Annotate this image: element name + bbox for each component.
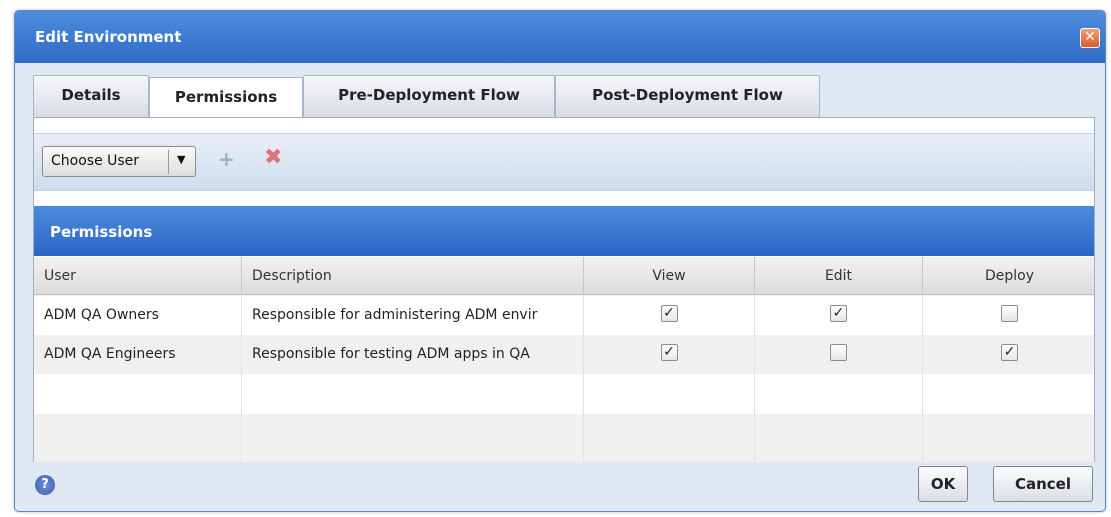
- empty-cell: [242, 414, 584, 462]
- table-header: User Description View Edit Deploy: [34, 257, 1094, 295]
- help-icon[interactable]: ?: [35, 475, 55, 495]
- edit-cell: ✓: [755, 296, 923, 335]
- dropdown-separator: [168, 150, 169, 174]
- empty-cell: [584, 414, 755, 462]
- empty-cell: [34, 374, 242, 414]
- ok-button[interactable]: OK: [918, 466, 968, 502]
- view-cell: ✓: [584, 296, 755, 335]
- empty-cell: [755, 374, 923, 414]
- edit-checkbox[interactable]: ✓: [830, 305, 847, 322]
- edit-environment-dialog: Edit Environment ✕ Details Permissions P…: [14, 10, 1106, 512]
- permissions-toolbar: Choose User ▼ + ✖: [34, 133, 1094, 191]
- empty-cell: [34, 414, 242, 462]
- empty-cell: [584, 374, 755, 414]
- permissions-section-header: Permissions: [34, 206, 1094, 256]
- empty-cell: [755, 414, 923, 462]
- view-cell: ✓: [584, 335, 755, 374]
- permissions-table: User Description View Edit Deploy ADM QA…: [34, 257, 1094, 462]
- description-cell: Responsible for administering ADM envir: [242, 296, 584, 335]
- permissions-panel: Choose User ▼ + ✖ Permissions User Descr…: [33, 117, 1095, 462]
- table-row[interactable]: ADM QA Engineers Responsible for testing…: [34, 335, 1094, 374]
- cancel-button[interactable]: Cancel: [993, 466, 1093, 502]
- column-header-view[interactable]: View: [584, 257, 755, 295]
- add-icon[interactable]: +: [218, 147, 235, 171]
- choose-user-dropdown[interactable]: Choose User ▼: [42, 146, 196, 177]
- edit-cell: [755, 335, 923, 374]
- dialog-title: Edit Environment: [35, 28, 182, 46]
- view-checkbox[interactable]: ✓: [660, 305, 678, 322]
- tab-pre-deployment-flow[interactable]: Pre-Deployment Flow: [303, 75, 555, 117]
- empty-cell: [923, 374, 1096, 414]
- empty-table-row: [34, 374, 1094, 414]
- deploy-cell: ✓: [923, 335, 1096, 374]
- close-icon[interactable]: ✕: [1080, 28, 1100, 48]
- user-cell: ADM QA Engineers: [34, 335, 242, 374]
- dropdown-arrow-icon[interactable]: ▼: [177, 153, 185, 166]
- empty-cell: [242, 374, 584, 414]
- empty-table-row: [34, 414, 1094, 462]
- tab-post-deployment-flow[interactable]: Post-Deployment Flow: [555, 75, 820, 117]
- empty-cell: [923, 414, 1096, 462]
- choose-user-label: Choose User: [51, 153, 140, 169]
- edit-checkbox[interactable]: [830, 344, 847, 361]
- description-cell: Responsible for testing ADM apps in QA: [242, 335, 584, 374]
- tab-details[interactable]: Details: [33, 75, 149, 117]
- table-row[interactable]: ADM QA Owners Responsible for administer…: [34, 296, 1094, 335]
- column-header-user[interactable]: User: [34, 257, 242, 295]
- tab-permissions[interactable]: Permissions: [149, 77, 303, 119]
- dialog-titlebar: Edit Environment ✕: [15, 11, 1105, 63]
- column-header-edit[interactable]: Edit: [755, 257, 923, 295]
- section-title: Permissions: [50, 223, 153, 241]
- deploy-checkbox[interactable]: [1001, 305, 1018, 322]
- user-cell: ADM QA Owners: [34, 296, 242, 335]
- view-checkbox[interactable]: ✓: [660, 344, 678, 361]
- deploy-checkbox[interactable]: ✓: [1001, 344, 1018, 361]
- delete-icon[interactable]: ✖: [264, 145, 282, 170]
- deploy-cell: [923, 296, 1096, 335]
- column-header-deploy[interactable]: Deploy: [923, 257, 1096, 295]
- column-header-description[interactable]: Description: [242, 257, 584, 295]
